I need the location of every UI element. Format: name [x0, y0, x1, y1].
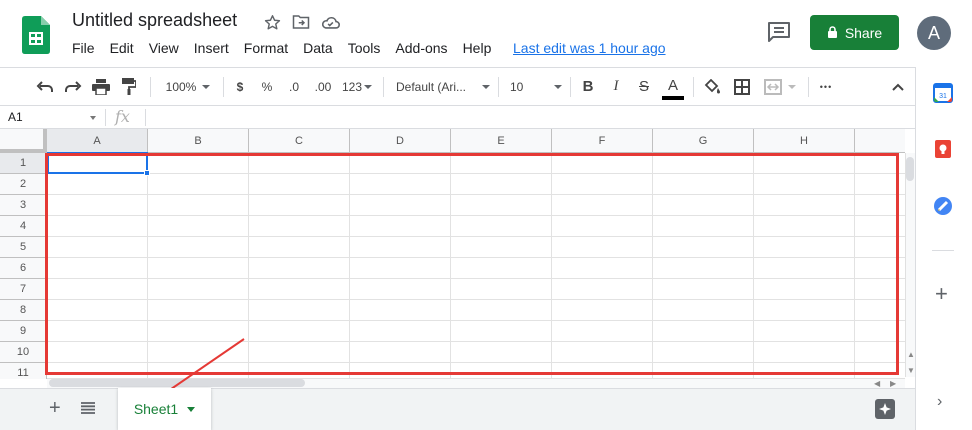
get-add-ons-button[interactable]: + — [935, 283, 948, 305]
add-sheet-button[interactable]: + — [49, 398, 61, 418]
all-sheets-icon[interactable] — [81, 401, 95, 419]
explore-icon[interactable] — [872, 396, 898, 422]
chevron-down-icon[interactable] — [187, 406, 196, 412]
hide-side-panel-chevron-icon[interactable]: › — [937, 393, 942, 411]
calendar-icon[interactable]: 31 — [933, 83, 953, 103]
annotation-arrow-line — [157, 338, 245, 399]
keep-icon[interactable] — [933, 139, 953, 159]
tasks-icon[interactable] — [933, 196, 953, 216]
sheet-tab-label: Sheet1 — [133, 401, 179, 417]
sheet-tab-sheet1[interactable]: Sheet1 — [118, 388, 211, 430]
side-panel-divider — [932, 250, 954, 251]
side-panel — [915, 67, 972, 430]
calendar-day: 31 — [939, 93, 947, 100]
